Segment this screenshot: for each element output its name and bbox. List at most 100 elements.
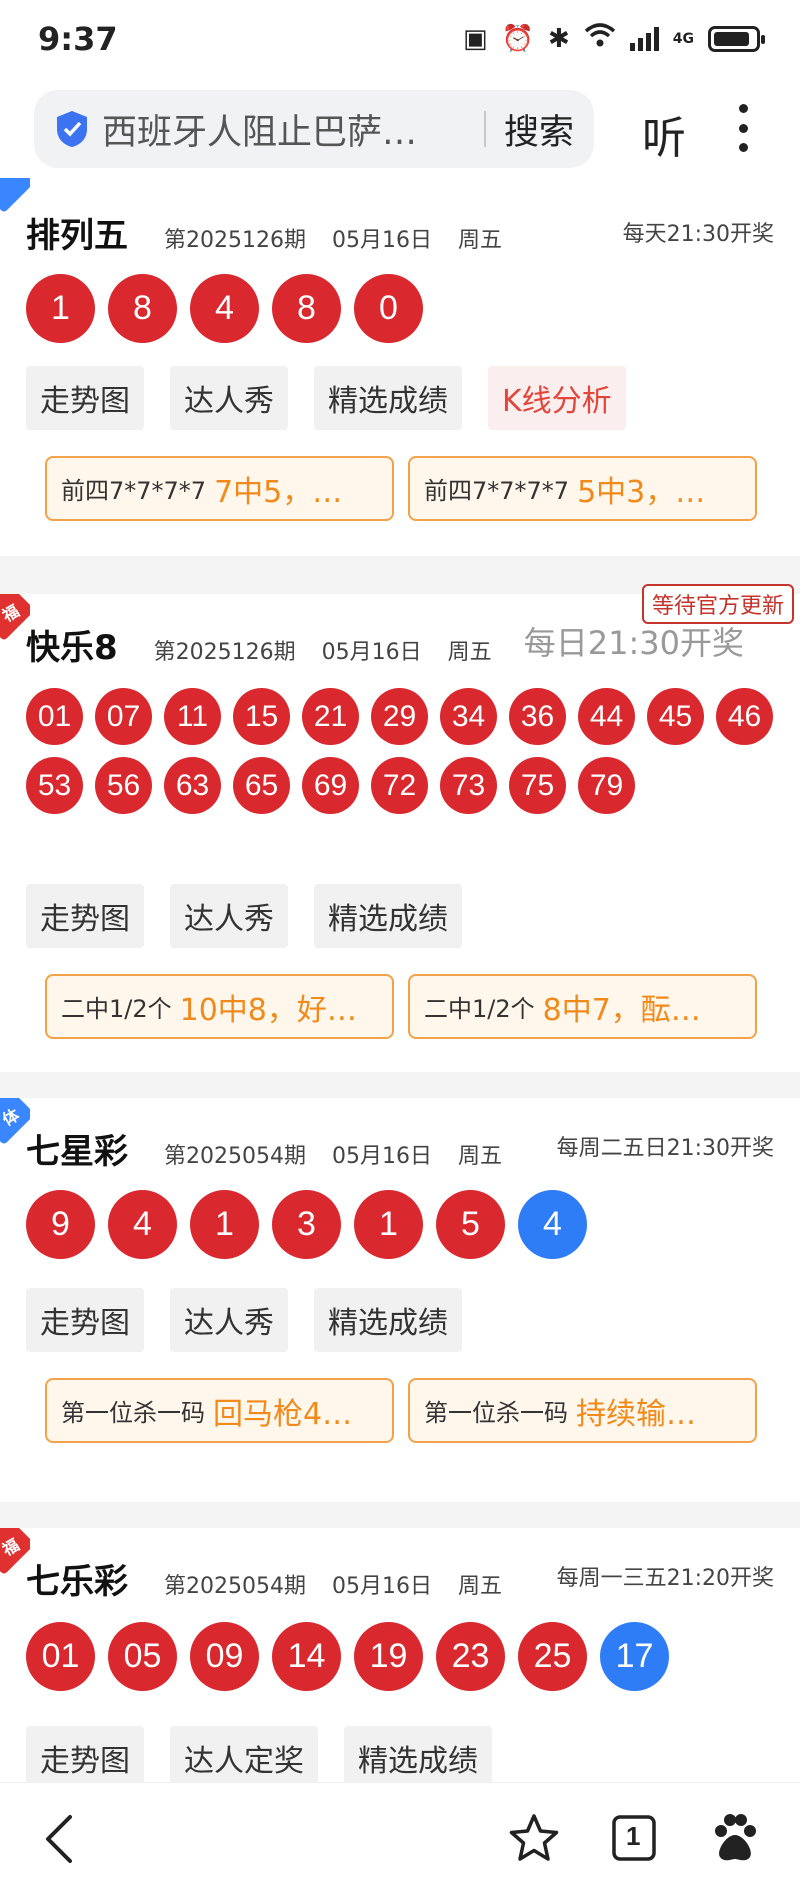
trend-chart-button[interactable]: 走势图: [26, 1726, 144, 1782]
red-ball: 21: [302, 688, 359, 745]
tips-row: 第一位杀一码 回马枪4… 第一位杀一码 持续输…: [45, 1378, 757, 1443]
status-icons: ▣ ⏰ ✱ 4G: [463, 22, 765, 55]
tip-card[interactable]: 第一位杀一码 持续输…: [408, 1378, 757, 1443]
red-ball: 1: [26, 274, 95, 343]
tool-row: 走势图 达人秀 精选成绩: [26, 884, 462, 948]
tip-card[interactable]: 二中1/2个 8中7，酝…: [408, 974, 757, 1039]
tip-highlight: 7中5，…: [214, 474, 343, 510]
shield-icon: [54, 109, 90, 149]
issue-number: 第2025126期: [164, 228, 306, 253]
red-ball: 36: [509, 688, 566, 745]
number-balls: 01 07 11 15 21 29 34 36 44 45 46 53 56 6…: [26, 688, 786, 814]
tip-highlight: 回马枪4…: [213, 1396, 353, 1432]
red-ball: 34: [440, 688, 497, 745]
search-button[interactable]: 搜索: [504, 104, 574, 155]
red-ball: 07: [95, 688, 152, 745]
red-ball: 01: [26, 1622, 95, 1691]
tip-card[interactable]: 前四7*7*7*7 5中3，…: [408, 456, 757, 521]
draw-date: 05月16日: [321, 640, 422, 665]
star-icon[interactable]: [508, 1813, 560, 1867]
tool-row: 走势图 达人秀 精选成绩 K线分析: [26, 366, 626, 430]
search-bar[interactable]: 西班牙人阻止巴萨… 搜索: [34, 90, 594, 168]
draw-date: 05月16日: [331, 1144, 432, 1169]
search-query[interactable]: 西班牙人阻止巴萨…: [102, 104, 466, 155]
tool-row: 走势图 达人秀 精选成绩: [26, 1288, 462, 1352]
tool-row: 走势图 达人定奖 精选成绩: [26, 1726, 492, 1782]
number-balls: 1 8 4 8 0: [26, 274, 786, 343]
trend-chart-button[interactable]: 走势图: [26, 884, 144, 948]
selected-results-button[interactable]: 精选成绩: [344, 1726, 492, 1782]
red-ball: 05: [108, 1622, 177, 1691]
red-ball: 01: [26, 688, 83, 745]
red-ball: 3: [272, 1190, 341, 1259]
expert-prize-button[interactable]: 达人定奖: [170, 1726, 318, 1782]
red-ball: 5: [436, 1190, 505, 1259]
lottery-name[interactable]: 排列五: [26, 208, 128, 257]
alarm-icon: ⏰: [501, 23, 534, 54]
red-ball: 4: [108, 1190, 177, 1259]
selected-results-button[interactable]: 精选成绩: [314, 366, 462, 430]
red-ball: 75: [509, 757, 566, 814]
red-ball: 46: [716, 688, 773, 745]
trend-chart-button[interactable]: 走势图: [26, 1288, 144, 1352]
red-ball: 56: [95, 757, 152, 814]
lottery-name[interactable]: 快乐8: [26, 620, 118, 669]
lottery-card-kuaile8: 福 等待官方更新 快乐8 第2025126期 05月16日 周五 每日21:30开奖…: [0, 584, 800, 1072]
more-menu-icon[interactable]: [736, 104, 750, 152]
status-bar: 9:37 ▣ ⏰ ✱ 4G: [0, 0, 800, 84]
tip-card[interactable]: 二中1/2个 10中8，好…: [45, 974, 394, 1039]
expert-show-button[interactable]: 达人秀: [170, 1288, 288, 1352]
red-ball: 63: [164, 757, 221, 814]
k-line-analysis-button[interactable]: K线分析: [488, 366, 626, 430]
lottery-card-qilecai: 福 七乐彩 第2025054期 05月16日 周五 每周一三五21:20开奖 01 …: [0, 1528, 800, 1782]
tip-card[interactable]: 第一位杀一码 回马枪4…: [45, 1378, 394, 1443]
red-ball: 11: [164, 688, 221, 745]
expert-show-button[interactable]: 达人秀: [170, 366, 288, 430]
trend-chart-button[interactable]: 走势图: [26, 366, 144, 430]
card-header: 快乐8 第2025126期 05月16日 周五: [26, 620, 518, 669]
lottery-name[interactable]: 七乐彩: [26, 1554, 128, 1603]
tip-highlight: 持续输…: [576, 1396, 696, 1432]
draw-weekday: 周五: [457, 1574, 502, 1599]
blue-ball: 4: [518, 1190, 587, 1259]
tip-highlight: 5中3，…: [577, 474, 706, 510]
red-ball: 72: [371, 757, 428, 814]
wifi-icon: [584, 22, 616, 55]
expert-show-button[interactable]: 达人秀: [170, 884, 288, 948]
back-icon[interactable]: [42, 1813, 76, 1869]
listen-button[interactable]: 听: [642, 102, 686, 166]
tips-row: 二中1/2个 10中8，好… 二中1/2个 8中7，酝…: [45, 974, 757, 1039]
selected-results-button[interactable]: 精选成绩: [314, 884, 462, 948]
bottom-nav: 1: [0, 1782, 800, 1894]
red-ball: 69: [302, 757, 359, 814]
lottery-list[interactable]: 排列五 第2025126期 05月16日 周五 每天21:30开奖 1 8 4 8 …: [0, 178, 800, 1782]
network-label: 4G: [672, 30, 694, 47]
baidu-paw-icon[interactable]: [710, 1811, 760, 1869]
tab-count: 1: [626, 1821, 641, 1851]
red-ball: 29: [371, 688, 428, 745]
red-ball: 1: [190, 1190, 259, 1259]
draw-schedule: 每日21:30开奖: [523, 624, 744, 662]
red-ball: 8: [272, 274, 341, 343]
draw-weekday: 周五: [447, 640, 492, 665]
card-header: 排列五 第2025126期 05月16日 周五: [26, 208, 528, 257]
red-ball: 8: [108, 274, 177, 343]
tip-prefix: 第一位杀一码: [61, 1399, 205, 1427]
red-ball: 65: [233, 757, 290, 814]
tip-prefix: 二中1/2个: [61, 995, 172, 1023]
red-ball: 4: [190, 274, 259, 343]
nfc-icon: ▣: [463, 23, 488, 54]
tip-highlight: 10中8，好…: [179, 992, 357, 1028]
bluetooth-icon: ✱: [547, 23, 570, 54]
selected-results-button[interactable]: 精选成绩: [314, 1288, 462, 1352]
lottery-name[interactable]: 七星彩: [26, 1124, 128, 1173]
red-ball: 09: [190, 1622, 259, 1691]
tabs-icon[interactable]: 1: [610, 1813, 658, 1867]
draw-date: 05月16日: [331, 1574, 432, 1599]
red-ball: 73: [440, 757, 497, 814]
issue-number: 第2025054期: [164, 1144, 306, 1169]
cell-signal-icon: [629, 26, 659, 51]
lottery-card-pailie5: 排列五 第2025126期 05月16日 周五 每天21:30开奖 1 8 4 8 …: [0, 178, 800, 556]
draw-date: 05月16日: [331, 228, 432, 253]
tip-card[interactable]: 前四7*7*7*7 7中5，…: [45, 456, 394, 521]
